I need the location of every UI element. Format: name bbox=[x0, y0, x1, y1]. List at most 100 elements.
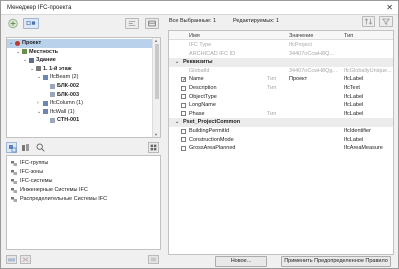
property-type: IfcLabel bbox=[344, 110, 364, 117]
tree-item[interactable]: ⌄ Проект bbox=[7, 39, 152, 48]
scroll-up-icon[interactable]: ▲ bbox=[154, 38, 158, 43]
element-icon bbox=[50, 83, 55, 89]
tree-item-label: СТН-001 bbox=[57, 117, 80, 124]
property-name: ObjectType bbox=[189, 93, 217, 100]
tree-item[interactable]: СТН-001 bbox=[7, 116, 152, 125]
tree-item[interactable]: ⌄ Здание bbox=[7, 56, 152, 65]
property-row[interactable]: IFC Type IfcProject bbox=[169, 41, 393, 50]
property-checkbox[interactable] bbox=[181, 145, 186, 151]
property-value[interactable]: Проект bbox=[289, 75, 307, 84]
filter-button[interactable] bbox=[23, 18, 39, 29]
column-header-name[interactable]: Имя bbox=[189, 33, 200, 39]
tree-item[interactable]: ⌄ IfcWall (1) bbox=[7, 108, 152, 117]
property-row[interactable]: GlobalId 34407oCcwH8Qg... IfcGloballyUniqu… bbox=[169, 67, 393, 76]
property-name: IFC Type bbox=[189, 42, 212, 48]
scroll-thumb[interactable] bbox=[155, 44, 159, 99]
lower-layout-button[interactable] bbox=[148, 142, 159, 153]
property-name: Description bbox=[189, 85, 217, 91]
property-row[interactable]: Name Тип Проект IfcLabel bbox=[169, 75, 393, 84]
chevron-down-icon[interactable]: ⌄ bbox=[37, 108, 41, 117]
filter-properties-button[interactable] bbox=[379, 16, 393, 27]
tree-item[interactable]: БЛК-002 bbox=[7, 82, 152, 91]
new-button[interactable]: Новое... bbox=[215, 256, 267, 267]
bottom-left-button-1[interactable] bbox=[6, 255, 17, 264]
property-type: IfcAreaMeasure bbox=[344, 145, 383, 152]
bottom-left-button-2[interactable] bbox=[20, 255, 31, 264]
list-item-label: IFC-системы bbox=[20, 178, 53, 184]
tree-item-label: БЛК-003 bbox=[57, 91, 80, 98]
property-row[interactable]: GrossAreaPlanned IfcAreaMeasure bbox=[169, 144, 393, 153]
property-checkbox[interactable] bbox=[181, 102, 186, 108]
lower-panel-tabs bbox=[6, 142, 161, 154]
bottom-left-icon-3 bbox=[150, 257, 157, 262]
tree-item[interactable]: ⌄ 1. 1-й этаж bbox=[7, 65, 152, 74]
property-group-row[interactable]: ⌄ Реквизиты bbox=[169, 58, 393, 67]
search-icon bbox=[36, 143, 45, 152]
add-button[interactable] bbox=[6, 18, 20, 29]
column-header-value[interactable]: Значение bbox=[289, 33, 313, 39]
ifc-project-manager-window: Менеджер IFC-проекта ✕ ⌄ Проект ⌄ Местность… bbox=[0, 0, 399, 269]
property-checkbox[interactable] bbox=[181, 128, 186, 134]
tree-item-label: IfcBeam (2) bbox=[50, 74, 79, 81]
property-row[interactable]: BuildingPermitId IfcIdentifier bbox=[169, 127, 393, 136]
close-icon[interactable]: ✕ bbox=[386, 3, 393, 13]
tree-item-label: IfcColumn (1) bbox=[50, 100, 84, 107]
chevron-right-icon[interactable]: › bbox=[37, 99, 39, 108]
property-row[interactable]: Description Тип IfcText bbox=[169, 84, 393, 93]
property-row[interactable]: LongName IfcLabel bbox=[169, 101, 393, 110]
chevron-down-icon[interactable]: ⌄ bbox=[175, 118, 179, 127]
tree-item[interactable]: ⌄ Местность bbox=[7, 48, 152, 57]
apply-predefined-rule-button[interactable]: Применить Предопределенное Правило bbox=[281, 256, 391, 267]
tree-item[interactable]: › IfcColumn (1) bbox=[7, 99, 152, 108]
chevron-down-icon[interactable]: ⌄ bbox=[175, 58, 179, 67]
column-header-type[interactable]: Тип bbox=[344, 33, 353, 39]
layout-button[interactable] bbox=[145, 18, 159, 29]
selected-count: Все Выбранные: 1 bbox=[169, 18, 217, 24]
property-value[interactable]: 34407oCcwH8Qg... bbox=[289, 67, 337, 76]
sort-button[interactable] bbox=[362, 16, 375, 27]
tab-search[interactable] bbox=[35, 142, 46, 153]
property-value[interactable]: IfcProject bbox=[289, 41, 312, 50]
list-item-label: Распределительные Системы IFC bbox=[20, 196, 108, 202]
property-checkbox[interactable] bbox=[181, 76, 186, 84]
property-row[interactable]: ObjectType IfcLabel bbox=[169, 93, 393, 102]
tab-groups[interactable] bbox=[6, 142, 17, 153]
property-row[interactable]: ARCHICAD IFC ID 34407oCcwH8Q... bbox=[169, 50, 393, 59]
scroll-down-icon[interactable]: ▼ bbox=[154, 132, 158, 137]
property-group-row[interactable]: ⌄ Pset_ProjectCommon bbox=[169, 118, 393, 127]
property-checkbox[interactable] bbox=[181, 111, 186, 117]
element-group-icon bbox=[43, 109, 48, 115]
property-group-name: Pset_ProjectCommon bbox=[183, 119, 241, 126]
ifc-assignments-list[interactable]: IFC-группы IFC-зоны IFC-системы Инженерные … bbox=[6, 155, 161, 250]
project-tree[interactable]: ⌄ Проект ⌄ Местность ⌄ Здание ⌄ 1. 1-й этаж ⌄ Ifc… bbox=[6, 37, 161, 138]
filter-properties-icon bbox=[382, 18, 390, 25]
tree-scrollbar[interactable]: ▲ ▼ bbox=[152, 38, 160, 137]
expand-icon bbox=[128, 21, 136, 26]
bottom-left-button-3[interactable] bbox=[148, 255, 159, 264]
chevron-down-icon[interactable]: ⌄ bbox=[23, 56, 27, 65]
property-checkbox[interactable] bbox=[181, 85, 186, 91]
property-type: IfcLabel bbox=[344, 76, 364, 83]
chevron-down-icon[interactable]: ⌄ bbox=[37, 73, 41, 82]
chevron-down-icon[interactable]: ⌄ bbox=[30, 65, 34, 74]
tree-item[interactable]: БЛК-003 bbox=[7, 91, 152, 100]
groups-tab-icon bbox=[9, 145, 17, 153]
property-row[interactable]: ConstructionMode IfcLabel bbox=[169, 136, 393, 145]
tab-types[interactable] bbox=[20, 142, 31, 153]
chevron-down-icon[interactable]: ⌄ bbox=[16, 48, 20, 57]
mep-systems-icon bbox=[11, 187, 17, 193]
layout-icon bbox=[148, 20, 156, 27]
property-checkbox[interactable] bbox=[181, 137, 186, 143]
tree-item[interactable]: ⌄ IfcBeam (2) bbox=[7, 73, 152, 82]
property-checkbox[interactable] bbox=[181, 94, 186, 100]
chevron-down-icon[interactable]: ⌄ bbox=[9, 39, 13, 48]
property-group-name: Реквизиты bbox=[183, 59, 213, 66]
property-value[interactable]: 34407oCcwH8Q... bbox=[289, 50, 334, 59]
value-type-tag: Тип bbox=[267, 76, 277, 83]
properties-grid[interactable]: Имя Значение Тип IFC Type IfcProject ARCHI… bbox=[168, 30, 394, 255]
property-type: IfcText bbox=[344, 85, 360, 91]
expand-button[interactable] bbox=[125, 18, 139, 29]
site-icon bbox=[22, 49, 27, 55]
distribution-systems-icon bbox=[11, 196, 17, 202]
property-row[interactable]: Phase Тип IfcLabel bbox=[169, 110, 393, 119]
